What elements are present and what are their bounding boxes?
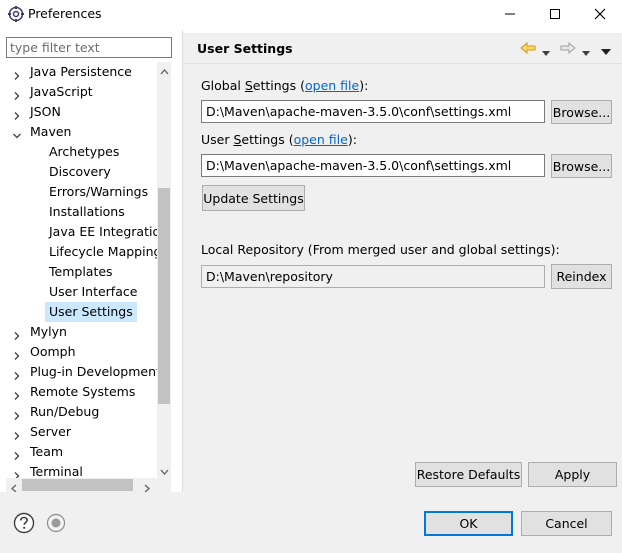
chevron-right-icon[interactable]: [12, 467, 22, 478]
minimize-button[interactable]: [488, 0, 532, 28]
tree-item-label: Java EE Integration: [49, 224, 157, 239]
tree-item[interactable]: Remote Systems: [0, 382, 157, 402]
close-button[interactable]: [578, 0, 622, 28]
tree-item-label: Terminal: [30, 464, 83, 478]
chevron-right-icon[interactable]: [12, 107, 22, 120]
tree-item-label: Maven: [30, 124, 72, 139]
chevron-right-icon[interactable]: [12, 427, 22, 440]
tree-item[interactable]: Maven: [0, 122, 157, 142]
tree-item[interactable]: Team: [0, 442, 157, 462]
tree-item[interactable]: Archetypes: [0, 142, 157, 162]
chevron-right-icon[interactable]: [12, 387, 22, 400]
tree-item[interactable]: Templates: [0, 262, 157, 282]
preferences-app-icon: [8, 6, 24, 22]
tree-item[interactable]: Mylyn: [0, 322, 157, 342]
tree-item-label: Team: [30, 444, 64, 459]
tree-item-label: Lifecycle Mapping: [49, 244, 157, 259]
global-browse-button[interactable]: Browse...: [551, 100, 612, 124]
tree-item-label: Mylyn: [30, 324, 67, 339]
help-icon[interactable]: [13, 512, 35, 534]
maximize-icon: [550, 9, 560, 19]
close-icon: [594, 8, 606, 20]
tree-item-label: Remote Systems: [30, 384, 136, 399]
local-repository-label: Local Repository (From merged user and g…: [201, 242, 560, 257]
maximize-button[interactable]: [533, 0, 577, 28]
tree-item[interactable]: Run/Debug: [0, 402, 157, 422]
tree-item-label: Errors/Warnings: [49, 184, 149, 199]
restore-defaults-button[interactable]: Restore Defaults: [415, 462, 522, 487]
record-macro-icon[interactable]: [46, 513, 66, 533]
tree-item-label: Java Persistence: [30, 64, 132, 79]
update-settings-button[interactable]: Update Settings: [202, 185, 305, 211]
local-repository-field: D:\Maven\repository: [201, 265, 545, 288]
forward-arrow-icon[interactable]: [560, 41, 576, 57]
minimize-icon: [505, 13, 515, 15]
global-settings-label: Global Settings (open file):: [201, 78, 369, 93]
tree-item[interactable]: Oomph: [0, 342, 157, 362]
tree-item[interactable]: Errors/Warnings: [0, 182, 157, 202]
tree-item[interactable]: User Settings: [0, 302, 157, 322]
tree-item-label: Plug-in Development: [30, 364, 157, 379]
tree-item-label: Templates: [49, 264, 113, 279]
scrollbar-corner: [157, 478, 171, 492]
tree-item[interactable]: JSON: [0, 102, 157, 122]
view-menu-icon[interactable]: [601, 44, 611, 59]
page-title: User Settings: [197, 41, 293, 56]
tree-item[interactable]: Java Persistence: [0, 62, 157, 82]
tree-item[interactable]: Discovery: [0, 162, 157, 182]
tree-item[interactable]: Installations: [0, 202, 157, 222]
tree-item-label: User Interface: [49, 284, 138, 299]
tree-vertical-scroll-thumb[interactable]: [158, 188, 170, 404]
tree-horizontal-scroll-thumb[interactable]: [22, 479, 133, 491]
tree-item[interactable]: Lifecycle Mapping: [0, 242, 157, 262]
scroll-up-icon[interactable]: [160, 64, 169, 79]
tree-item-label: JavaScript: [30, 84, 93, 99]
tree-item-label: Archetypes: [49, 144, 120, 159]
window-title: Preferences: [28, 6, 102, 21]
tree-item[interactable]: User Interface: [0, 282, 157, 302]
tree-item[interactable]: Java EE Integration: [0, 222, 157, 242]
back-arrow-icon[interactable]: [520, 41, 536, 57]
tree-item[interactable]: Server: [0, 422, 157, 442]
apply-button[interactable]: Apply: [528, 462, 617, 487]
chevron-right-icon[interactable]: [12, 447, 22, 460]
user-settings-field[interactable]: D:\Maven\apache-maven-3.5.0\conf\setting…: [201, 154, 545, 177]
tree-item-label: JSON: [30, 104, 61, 119]
chevron-right-icon[interactable]: [12, 67, 22, 80]
tree-item-label: User Settings: [45, 302, 137, 322]
user-browse-button[interactable]: Browse...: [551, 154, 612, 178]
ok-button[interactable]: OK: [424, 511, 513, 536]
tree-item[interactable]: JavaScript: [0, 82, 157, 102]
global-settings-open-file-link[interactable]: open file: [305, 78, 359, 93]
back-menu-chevron-icon[interactable]: [542, 45, 550, 60]
chevron-right-icon[interactable]: [12, 327, 22, 340]
scroll-down-icon[interactable]: [160, 464, 169, 479]
chevron-right-icon[interactable]: [12, 367, 22, 380]
tree-item-label: Server: [30, 424, 71, 439]
chevron-down-icon[interactable]: [12, 127, 22, 139]
filter-input[interactable]: [6, 37, 172, 58]
global-settings-field[interactable]: D:\Maven\apache-maven-3.5.0\conf\setting…: [201, 100, 545, 123]
user-settings-open-file-link[interactable]: open file: [294, 132, 348, 147]
cancel-button[interactable]: Cancel: [521, 511, 612, 536]
tree-item-label: Run/Debug: [30, 404, 100, 419]
tree-item-label: Installations: [49, 204, 125, 219]
tree-item[interactable]: Plug-in Development: [0, 362, 157, 382]
chevron-right-icon[interactable]: [12, 347, 22, 360]
tree-item[interactable]: Terminal: [0, 462, 157, 478]
user-settings-label: User Settings (open file):: [201, 132, 357, 147]
chevron-right-icon[interactable]: [12, 87, 22, 100]
tree-item-label: Discovery: [49, 164, 111, 179]
preferences-tree: Java Persistence JavaScript JSON Maven Arche…: [0, 62, 157, 478]
reindex-button[interactable]: Reindex: [551, 264, 612, 289]
forward-menu-chevron-icon[interactable]: [582, 45, 590, 60]
tree-item-label: Oomph: [30, 344, 76, 359]
chevron-right-icon[interactable]: [12, 407, 22, 420]
